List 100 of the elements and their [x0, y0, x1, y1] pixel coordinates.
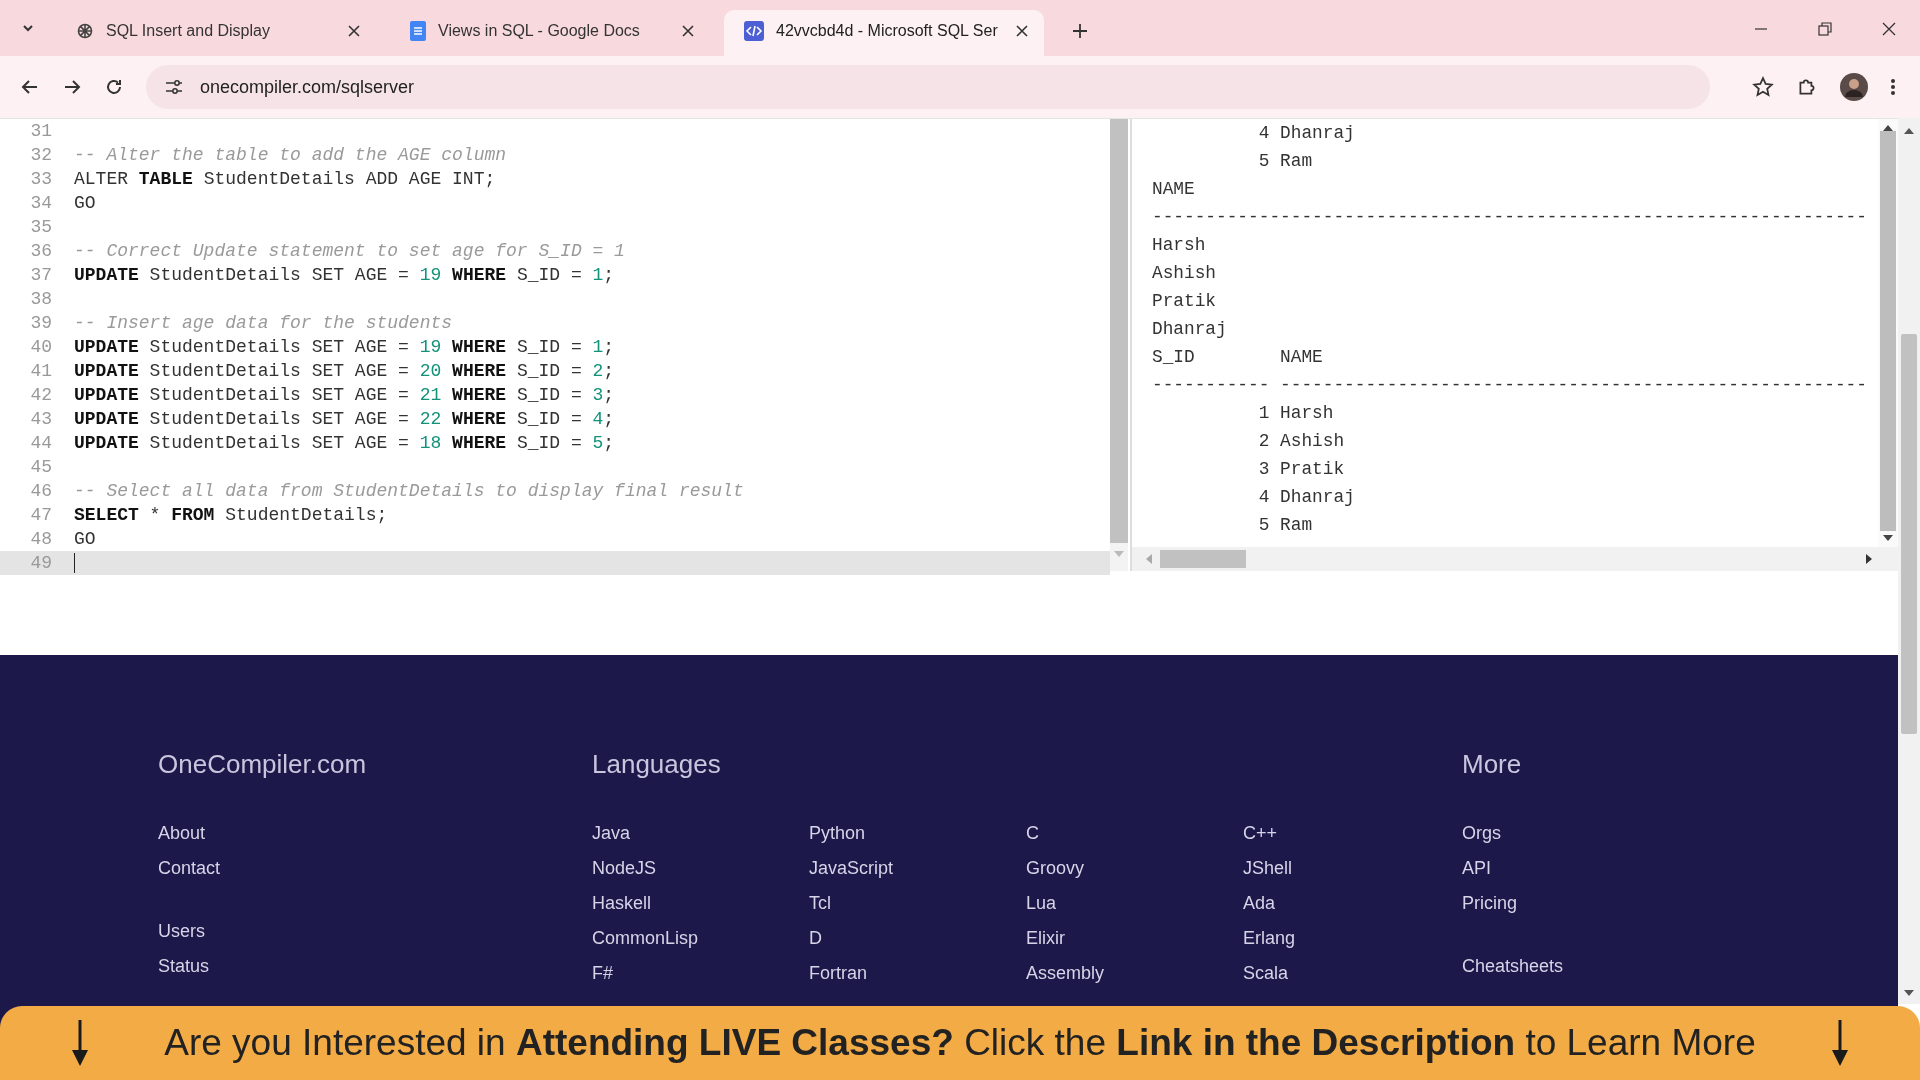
- down-arrow-icon: [70, 1020, 90, 1066]
- line-number: 49: [29, 553, 52, 573]
- output-line: S_ID NAME: [1152, 346, 1324, 369]
- browser-tab[interactable]: Views in SQL - Google Docs: [390, 10, 710, 56]
- code-line: UPDATE StudentDetails SET AGE = 19 WHERE S_ID = 1;: [74, 265, 615, 285]
- line-number: 48: [29, 529, 52, 549]
- scroll-thumb[interactable]: [1160, 550, 1246, 568]
- arrow-down-icon[interactable]: [1883, 535, 1893, 541]
- output-line: 1 Harsh: [1257, 402, 1335, 425]
- footer-link[interactable]: Erlang: [1243, 921, 1460, 956]
- line-number: 33: [29, 169, 52, 189]
- footer-link[interactable]: Contact: [158, 851, 375, 886]
- footer-link[interactable]: Scala: [1243, 956, 1460, 991]
- code-line: -- Alter the table to add the AGE column: [74, 145, 507, 165]
- footer-link[interactable]: Status: [158, 949, 375, 984]
- text-cursor: [74, 553, 75, 573]
- arrow-up-icon[interactable]: [1904, 128, 1914, 134]
- code-line: SELECT * FROM StudentDetails;: [74, 505, 388, 525]
- footer-heading: OneCompiler.com: [158, 749, 368, 780]
- output-line: 4 Dhanraj: [1257, 122, 1356, 145]
- browser-tab[interactable]: 42vvcbd4d - Microsoft SQL Ser: [724, 10, 1044, 56]
- footer-link[interactable]: Users: [158, 914, 375, 949]
- output-line: 2 Ashish: [1257, 430, 1346, 453]
- output-line: Pratik: [1152, 290, 1218, 313]
- banner-text: Are you Interested in Attending LIVE Classes? Click the Link in the Description to Learn More: [164, 1022, 1756, 1064]
- output-line: 4 Dhanraj: [1257, 486, 1356, 509]
- code-line: UPDATE StudentDetails SET AGE = 19 WHERE S_ID = 1;: [74, 337, 615, 357]
- avatar-icon[interactable]: [1840, 73, 1868, 101]
- arrow-right-icon[interactable]: [1866, 554, 1872, 564]
- line-number: 43: [29, 409, 52, 429]
- browser-tab[interactable]: SQL Insert and Display: [56, 10, 376, 56]
- down-arrow-icon: [1830, 1020, 1850, 1066]
- footer-link[interactable]: Ada: [1243, 886, 1460, 921]
- page-scrollbar[interactable]: [1898, 118, 1920, 1004]
- footer-link[interactable]: Java: [592, 816, 809, 851]
- footer-link[interactable]: Pricing: [1462, 886, 1679, 921]
- menu-icon[interactable]: [1890, 77, 1896, 97]
- footer-link[interactable]: C: [1026, 816, 1243, 851]
- footer-link[interactable]: Python: [809, 816, 1026, 851]
- code-icon: [744, 21, 764, 41]
- restore-icon[interactable]: [1818, 22, 1832, 36]
- output-line: Harsh: [1152, 234, 1207, 257]
- close-icon[interactable]: [682, 25, 694, 37]
- footer-link[interactable]: Cheatsheets: [1462, 949, 1679, 984]
- output-line: 5 Ram: [1257, 150, 1314, 173]
- line-number: 45: [29, 457, 52, 477]
- footer-link[interactable]: CommonLisp: [592, 921, 809, 956]
- footer-link[interactable]: Groovy: [1026, 851, 1243, 886]
- output-line: Dhanraj: [1152, 318, 1228, 341]
- code-line: ALTER TABLE StudentDetails ADD AGE INT;: [74, 169, 496, 189]
- footer-link[interactable]: API: [1462, 851, 1679, 886]
- document-icon: [410, 21, 426, 41]
- star-icon[interactable]: [1752, 76, 1774, 98]
- footer-link[interactable]: About: [158, 816, 375, 851]
- code-line: UPDATE StudentDetails SET AGE = 18 WHERE S_ID = 5;: [74, 433, 615, 453]
- horizontal-scrollbar[interactable]: [1132, 547, 1898, 571]
- line-number: 47: [29, 505, 52, 525]
- output-line: Ashish: [1152, 262, 1218, 285]
- footer-link[interactable]: Fortran: [809, 956, 1026, 991]
- output-line: ----------- -------------------------------------------------------: [1152, 374, 1868, 397]
- close-icon[interactable]: [1882, 22, 1896, 36]
- line-number: 35: [29, 217, 52, 237]
- footer-link[interactable]: Assembly: [1026, 956, 1243, 991]
- footer-heading: Languages: [592, 749, 722, 780]
- swirl-icon: [76, 22, 94, 40]
- code-line: -- Select all data from StudentDetails to display final result: [74, 481, 744, 501]
- footer-link[interactable]: Tcl: [809, 886, 1026, 921]
- line-number: 36: [29, 241, 52, 261]
- line-number: 40: [29, 337, 52, 357]
- output-line: -------------------------------------------------------------------: [1152, 206, 1868, 229]
- footer-link[interactable]: C++: [1243, 816, 1460, 851]
- output-line: 5 Ram: [1257, 514, 1314, 537]
- scrollbar[interactable]: [1878, 119, 1898, 547]
- footer-link[interactable]: JavaScript: [809, 851, 1026, 886]
- line-number: 32: [29, 145, 52, 165]
- new-tab-icon[interactable]: [1072, 23, 1088, 39]
- code-line: -- Correct Update statement to set age for S_ID = 1: [74, 241, 625, 261]
- line-number: 44: [29, 433, 52, 453]
- footer-link[interactable]: D: [809, 921, 1026, 956]
- footer-link[interactable]: Elixir: [1026, 921, 1243, 956]
- footer-link[interactable]: F#: [592, 956, 809, 991]
- footer-link[interactable]: JShell: [1243, 851, 1460, 886]
- address-bar[interactable]: onecompiler.com/sqlserver: [146, 65, 1710, 109]
- line-number: 41: [29, 361, 52, 381]
- arrow-down-icon[interactable]: [1904, 990, 1914, 996]
- reload-icon[interactable]: [104, 77, 124, 97]
- close-icon[interactable]: [1016, 25, 1028, 37]
- code-line: -- Insert age data for the students: [74, 313, 453, 333]
- scrollbar[interactable]: [1110, 119, 1128, 571]
- code-line: GO: [74, 193, 96, 213]
- site-settings-icon[interactable]: [164, 77, 184, 97]
- line-number: 46: [29, 481, 52, 501]
- code-line: UPDATE StudentDetails SET AGE = 21 WHERE S_ID = 3;: [74, 385, 615, 405]
- footer-link[interactable]: Haskell: [592, 886, 809, 921]
- close-icon[interactable]: [348, 25, 360, 37]
- footer-link[interactable]: NodeJS: [592, 851, 809, 886]
- footer-link[interactable]: Orgs: [1462, 816, 1679, 851]
- line-number: 42: [29, 385, 52, 405]
- arrow-up-icon[interactable]: [1883, 125, 1893, 131]
- footer-link[interactable]: Lua: [1026, 886, 1243, 921]
